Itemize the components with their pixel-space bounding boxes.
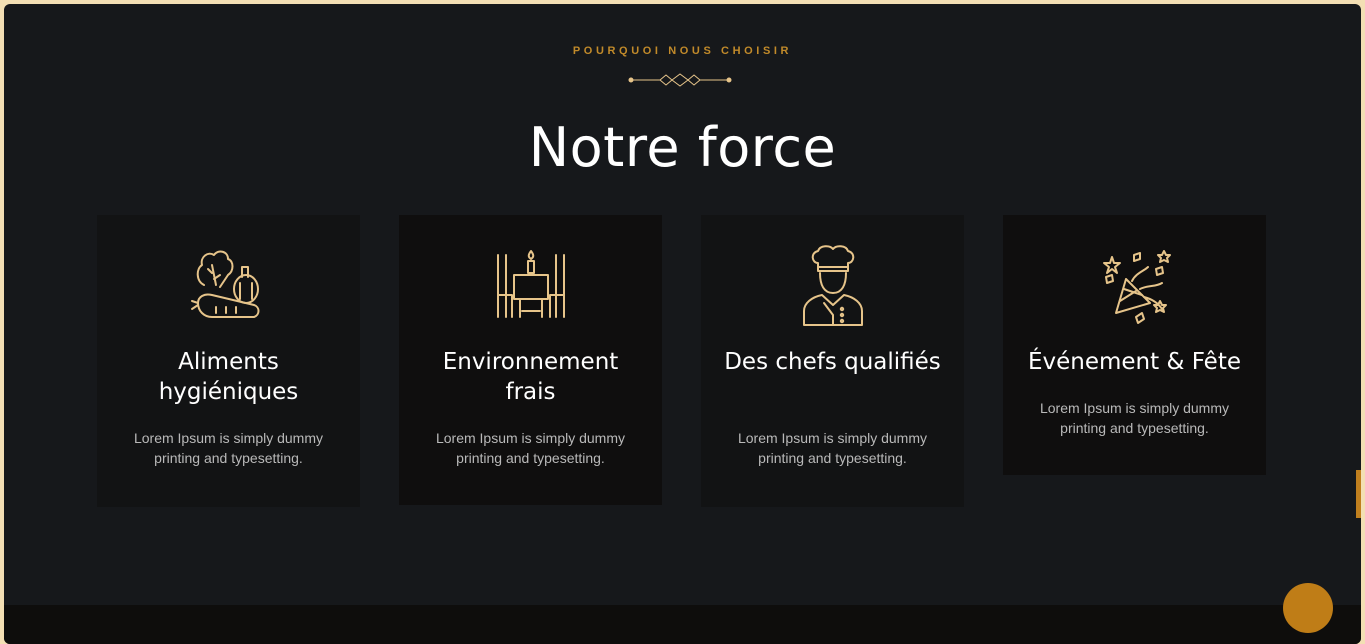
feature-title: Environnement frais: [442, 349, 619, 405]
feature-description: Lorem Ipsum is simply dummy printing and…: [1039, 400, 1230, 436]
vegetables-icon: [190, 250, 259, 318]
feature-description: Lorem Ipsum is simply dummy printing and…: [133, 430, 324, 466]
feature-title: Aliments hygiéniques: [158, 349, 299, 405]
section-eyebrow: POURQUOI NOUS CHOISIR: [572, 45, 793, 57]
party-popper-icon: [1102, 250, 1171, 324]
feature-card-qualified-chefs: Des chefs qualifiés Lorem Ipsum is simpl…: [701, 215, 964, 507]
feature-card-events: Événement & Fête Lorem Ipsum is simply d…: [1003, 215, 1266, 475]
dinner-table-icon: [496, 250, 565, 318]
feature-description: Lorem Ipsum is simply dummy printing and…: [435, 430, 626, 466]
back-to-top-button[interactable]: [1283, 583, 1333, 633]
feature-title: Événement & Fête: [1027, 349, 1242, 375]
feature-description: Lorem Ipsum is simply dummy printing and…: [737, 430, 928, 466]
chef-icon: [802, 245, 863, 326]
section-title: Notre force: [528, 116, 837, 179]
ornament-divider-icon: [628, 73, 732, 87]
side-scroll-marker: [1356, 470, 1361, 518]
feature-card-fresh-environment: Environnement frais Lorem Ipsum is simpl…: [399, 215, 662, 505]
why-choose-us-section: POURQUOI NOUS CHOISIR Notre force Alimen…: [4, 4, 1361, 644]
feature-card-hygienic-food: Aliments hygiéniques Lorem Ipsum is simp…: [97, 215, 360, 507]
footer-strip: [4, 605, 1361, 644]
feature-title: Des chefs qualifiés: [724, 349, 941, 375]
